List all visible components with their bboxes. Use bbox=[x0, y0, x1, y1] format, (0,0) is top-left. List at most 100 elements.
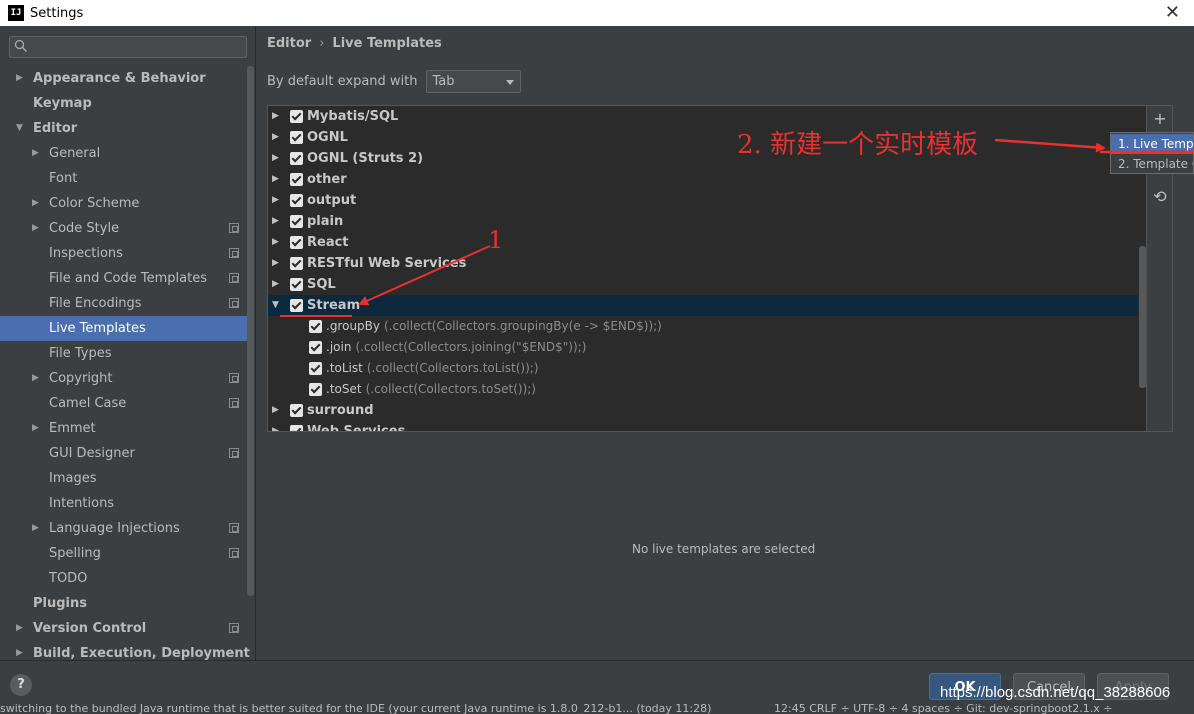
sidebar-item-plugins[interactable]: Plugins bbox=[0, 591, 248, 616]
expand-right-icon[interactable]: ▶ bbox=[32, 216, 39, 241]
template-group-row[interactable]: ▶ output bbox=[268, 190, 1138, 211]
template-group-row[interactable]: ▶ surround bbox=[268, 400, 1138, 421]
expand-right-icon[interactable]: ▶ bbox=[272, 106, 279, 127]
expand-right-icon[interactable]: ▶ bbox=[272, 169, 279, 190]
template-group-row[interactable]: ▶ Web Services bbox=[268, 421, 1138, 431]
template-row[interactable]: .groupBy (.collect(Collectors.groupingBy(… bbox=[268, 316, 1138, 337]
expand-right-icon[interactable]: ▶ bbox=[32, 516, 39, 541]
sidebar-item-file-encodings[interactable]: File Encodings bbox=[0, 291, 248, 316]
sidebar-item-emmet[interactable]: ▶ Emmet bbox=[0, 416, 248, 441]
expand-right-icon[interactable]: ▶ bbox=[272, 127, 279, 148]
sidebar-scrollbar[interactable] bbox=[247, 66, 254, 596]
template-group-row[interactable]: ▶ OGNL bbox=[268, 127, 1138, 148]
empty-selection-message: No live templates are selected bbox=[632, 542, 816, 556]
checkbox[interactable] bbox=[290, 194, 303, 207]
template-group-row[interactable]: ▶ Mybatis/SQL bbox=[268, 106, 1138, 127]
checkbox[interactable] bbox=[290, 278, 303, 291]
sidebar-item-editor[interactable]: ▼ Editor bbox=[0, 116, 248, 141]
sidebar-item-keymap[interactable]: Keymap bbox=[0, 91, 248, 116]
template-group-name: Web Services bbox=[307, 421, 405, 431]
sidebar-item-todo[interactable]: TODO bbox=[0, 566, 248, 591]
undo-icon[interactable]: ⟲ bbox=[1151, 188, 1169, 206]
checkbox[interactable] bbox=[290, 425, 303, 431]
close-icon[interactable]: ✕ bbox=[1165, 2, 1180, 23]
checkbox[interactable] bbox=[290, 152, 303, 165]
sidebar-item-images[interactable]: Images bbox=[0, 466, 248, 491]
add-icon[interactable]: + bbox=[1151, 110, 1169, 128]
expand-right-icon[interactable]: ▶ bbox=[272, 232, 279, 253]
checkbox[interactable] bbox=[309, 362, 322, 375]
template-name-text: .toSet bbox=[326, 382, 362, 396]
menu-item-template-group[interactable]: 2. Template Group... bbox=[1111, 154, 1193, 173]
template-group-row[interactable]: ▶ other bbox=[268, 169, 1138, 190]
sidebar-item-file-and-code-templates[interactable]: File and Code Templates bbox=[0, 266, 248, 291]
breadcrumb-parent[interactable]: Editor bbox=[267, 36, 311, 51]
sidebar-item-code-style[interactable]: ▶ Code Style bbox=[0, 216, 248, 241]
expand-down-icon[interactable]: ▼ bbox=[16, 116, 23, 141]
sidebar-item-spelling[interactable]: Spelling bbox=[0, 541, 248, 566]
checkbox[interactable] bbox=[290, 131, 303, 144]
sidebar-item-intentions[interactable]: Intentions bbox=[0, 491, 248, 516]
expand-right-icon[interactable]: ▶ bbox=[272, 274, 279, 295]
sidebar-item-camel-case[interactable]: Camel Case bbox=[0, 391, 248, 416]
sidebar-item-version-control[interactable]: ▶ Version Control bbox=[0, 616, 248, 641]
sidebar-item-copyright[interactable]: ▶ Copyright bbox=[0, 366, 248, 391]
expand-right-icon[interactable]: ▶ bbox=[32, 416, 39, 441]
sidebar-item-label: Emmet bbox=[49, 421, 96, 436]
checkbox[interactable] bbox=[290, 215, 303, 228]
sidebar-item-file-types[interactable]: File Types bbox=[0, 341, 248, 366]
expand-down-icon[interactable]: ▼ bbox=[272, 295, 279, 316]
sidebar-item-build-execution-deployment[interactable]: ▶ Build, Execution, Deployment bbox=[0, 641, 250, 660]
template-group-row[interactable]: ▶ OGNL (Struts 2) bbox=[268, 148, 1138, 169]
sidebar-item-live-templates[interactable]: Live Templates bbox=[0, 316, 248, 341]
template-row[interactable]: .join (.collect(Collectors.joining("$END$… bbox=[268, 337, 1138, 358]
tree-scrollbar[interactable] bbox=[1139, 246, 1146, 388]
help-button[interactable]: ? bbox=[10, 674, 32, 696]
expand-right-icon[interactable]: ▶ bbox=[16, 616, 23, 641]
template-group-row[interactable]: ▶ RESTful Web Services bbox=[268, 253, 1138, 274]
expand-right-icon[interactable]: ▶ bbox=[272, 253, 279, 274]
menu-item-live-template[interactable]: 1. Live Template bbox=[1111, 134, 1193, 154]
expand-right-icon[interactable]: ▶ bbox=[32, 366, 39, 391]
expand-right-icon[interactable]: ▶ bbox=[32, 141, 39, 166]
template-group-row[interactable]: ▼ Stream bbox=[268, 295, 1138, 316]
expand-with-select[interactable]: Tab bbox=[425, 70, 521, 93]
checkbox[interactable] bbox=[290, 404, 303, 417]
chevron-down-icon bbox=[505, 80, 514, 85]
expand-right-icon[interactable]: ▶ bbox=[272, 421, 279, 431]
expand-right-icon[interactable]: ▶ bbox=[16, 66, 23, 91]
expand-right-icon[interactable]: ▶ bbox=[272, 211, 279, 232]
template-group-row[interactable]: ▶ React bbox=[268, 232, 1138, 253]
expand-right-icon[interactable]: ▶ bbox=[272, 190, 279, 211]
sidebar-item-font[interactable]: Font bbox=[0, 166, 248, 191]
template-row[interactable]: .toSet (.collect(Collectors.toSet());) bbox=[268, 379, 1138, 400]
expand-right-icon[interactable]: ▶ bbox=[272, 400, 279, 421]
settings-search-input[interactable] bbox=[34, 38, 244, 56]
checkbox[interactable] bbox=[309, 320, 322, 333]
checkbox[interactable] bbox=[290, 173, 303, 186]
project-settings-icon bbox=[229, 398, 239, 408]
sidebar-item-language-injections[interactable]: ▶ Language Injections bbox=[0, 516, 248, 541]
sidebar-item-gui-designer[interactable]: GUI Designer bbox=[0, 441, 248, 466]
template-group-row[interactable]: ▶ SQL bbox=[268, 274, 1138, 295]
sidebar-item-inspections[interactable]: Inspections bbox=[0, 241, 248, 266]
checkbox[interactable] bbox=[309, 341, 322, 354]
sidebar-item-label: Keymap bbox=[33, 96, 92, 111]
checkbox[interactable] bbox=[290, 236, 303, 249]
settings-search-box[interactable] bbox=[9, 36, 247, 58]
expand-right-icon[interactable]: ▶ bbox=[272, 148, 279, 169]
sidebar-item-label: Code Style bbox=[49, 221, 120, 236]
checkbox[interactable] bbox=[290, 110, 303, 123]
expand-right-icon[interactable]: ▶ bbox=[32, 191, 39, 216]
sidebar-item-general[interactable]: ▶ General bbox=[0, 141, 248, 166]
expand-right-icon[interactable]: ▶ bbox=[16, 641, 23, 660]
sidebar-item-appearance-behavior[interactable]: ▶ Appearance & Behavior bbox=[0, 66, 248, 91]
sidebar-item-color-scheme[interactable]: ▶ Color Scheme bbox=[0, 191, 248, 216]
breadcrumb: Editor › Live Templates bbox=[267, 36, 442, 51]
checkbox[interactable] bbox=[290, 257, 303, 270]
template-abbreviation: .groupBy (.collect(Collectors.groupingBy(… bbox=[326, 316, 662, 337]
template-group-row[interactable]: ▶ plain bbox=[268, 211, 1138, 232]
template-row[interactable]: .toList (.collect(Collectors.toList());) bbox=[268, 358, 1138, 379]
checkbox[interactable] bbox=[290, 299, 303, 312]
checkbox[interactable] bbox=[309, 383, 322, 396]
